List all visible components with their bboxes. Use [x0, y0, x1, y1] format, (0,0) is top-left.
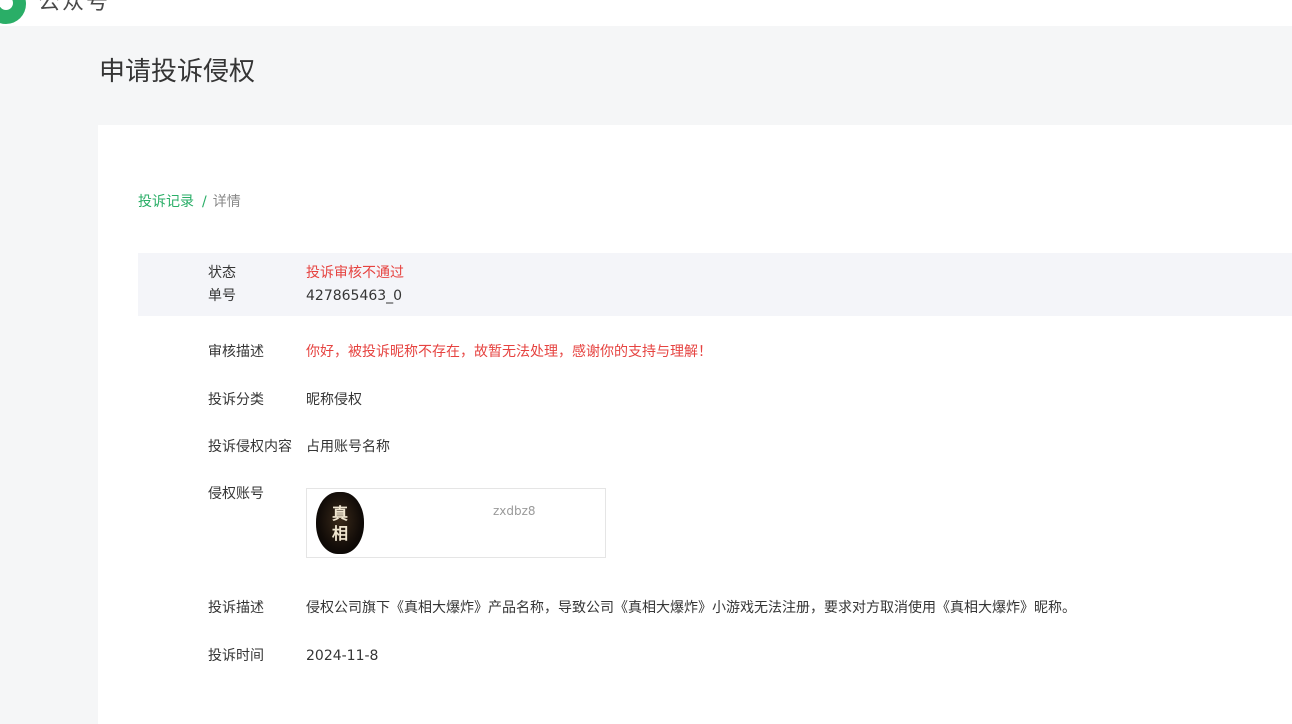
description-label: 投诉描述 — [208, 600, 264, 616]
wechat-logo-icon[interactable] — [0, 0, 26, 24]
category-value: 昵称侵权 — [306, 392, 362, 408]
category-label: 投诉分类 — [208, 392, 264, 408]
logo-text[interactable]: 公众号 — [38, 0, 110, 18]
review-label: 审核描述 — [208, 344, 264, 360]
time-label: 投诉时间 — [208, 648, 264, 664]
page-title: 申请投诉侵权 — [99, 57, 256, 87]
order-number-value: 427865463_0 — [306, 288, 403, 304]
account-name: zxdbz8 — [493, 504, 536, 518]
avatar-text-top: 真 — [331, 504, 348, 523]
description-row: 投诉描述 侵权公司旗下《真相大爆炸》产品名称，导致公司《真相大爆炸》小游戏无法注… — [208, 599, 1076, 617]
time-value: 2024-11-8 — [306, 648, 379, 664]
time-row: 投诉时间 2024-11-8 — [208, 647, 378, 665]
review-row: 审核描述 你好，被投诉昵称不存在，故暂无法处理，感谢你的支持与理解！ — [208, 343, 712, 361]
infringing-account-card[interactable]: 真 相 zxdbz8 — [306, 488, 606, 558]
avatar-text-bottom: 相 — [331, 524, 348, 543]
breadcrumb-complaint-records[interactable]: 投诉记录 — [138, 194, 194, 210]
status-value: 投诉审核不通过 — [306, 265, 404, 281]
top-bar: 公众号 — [0, 0, 1292, 26]
content-row: 投诉侵权内容 占用账号名称 — [208, 438, 390, 456]
status-row: 状态 投诉审核不通过 — [208, 264, 404, 282]
account-avatar: 真 相 — [316, 492, 364, 554]
order-number-row: 单号 427865463_0 — [208, 287, 402, 305]
status-summary: 状态 投诉审核不通过 单号 427865463_0 — [138, 253, 1292, 316]
review-value: 你好，被投诉昵称不存在，故暂无法处理，感谢你的支持与理解！ — [306, 344, 712, 360]
content-label: 投诉侵权内容 — [208, 439, 292, 455]
status-label: 状态 — [208, 265, 236, 281]
description-value: 侵权公司旗下《真相大爆炸》产品名称，导致公司《真相大爆炸》小游戏无法注册，要求对… — [306, 600, 1076, 616]
content-value: 占用账号名称 — [306, 439, 390, 455]
breadcrumb: 投诉记录 / 详情 — [138, 193, 241, 211]
category-row: 投诉分类 昵称侵权 — [208, 391, 362, 409]
detail-card: 投诉记录 / 详情 状态 投诉审核不通过 单号 427865463_0 审核描述 你… — [98, 125, 1292, 724]
breadcrumb-separator: / — [202, 194, 207, 210]
account-row: 侵权账号 — [208, 485, 306, 503]
order-number-label: 单号 — [208, 288, 236, 304]
account-label: 侵权账号 — [208, 486, 264, 502]
breadcrumb-current: 详情 — [212, 194, 241, 210]
